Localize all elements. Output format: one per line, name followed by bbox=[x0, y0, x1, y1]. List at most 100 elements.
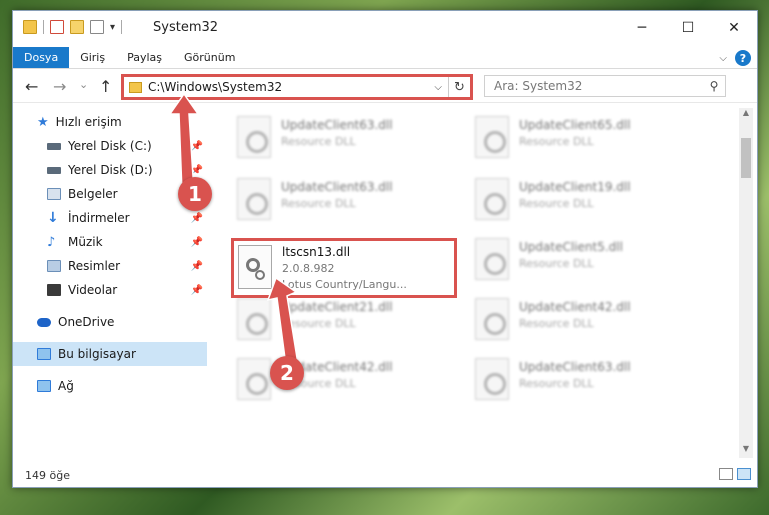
properties-icon[interactable] bbox=[50, 20, 64, 34]
file-name: ltscsn13.dll bbox=[282, 245, 351, 259]
pin-icon[interactable]: 📌 bbox=[191, 213, 203, 224]
forward-button[interactable]: → bbox=[53, 77, 66, 96]
file-type: Resource DLL bbox=[519, 317, 594, 330]
dll-file-icon bbox=[237, 178, 271, 220]
ribbon-tabs: Dosya Giriş Paylaş Görünüm ⌵ ? bbox=[13, 47, 757, 69]
quick-access-toolbar: ▾ bbox=[23, 20, 123, 34]
star-icon: ★ bbox=[37, 114, 49, 130]
up-button[interactable]: ↑ bbox=[99, 77, 112, 96]
tiles-view-icon[interactable] bbox=[737, 468, 751, 480]
sidebar-item-label: Videolar bbox=[68, 283, 118, 297]
sidebar-item-label: Resimler bbox=[68, 259, 121, 273]
sidebar-item-label: Belgeler bbox=[68, 187, 118, 201]
sidebar-item-downloads[interactable]: ↓ İndirmeler 📌 bbox=[13, 206, 207, 230]
customize-icon[interactable] bbox=[90, 20, 104, 34]
tab-share[interactable]: Paylaş bbox=[116, 47, 173, 68]
search-box[interactable]: Ara: System32 ⚲ bbox=[484, 75, 726, 97]
file-name: UpdateClient63.dll bbox=[281, 118, 393, 132]
scroll-up-icon[interactable]: ▲ bbox=[739, 108, 753, 122]
sidebar-item-music[interactable]: ♪ Müzik 📌 bbox=[13, 230, 207, 254]
toolbar-dropdown-icon[interactable]: ▾ bbox=[110, 22, 115, 33]
title-bar: ▾ System32 ─ ☐ ✕ bbox=[13, 11, 757, 47]
view-switcher bbox=[719, 468, 751, 480]
toolbar-divider bbox=[121, 20, 123, 34]
file-type: Resource DLL bbox=[519, 257, 594, 270]
file-type: Resource DLL bbox=[281, 135, 356, 148]
folder-icon bbox=[129, 81, 142, 93]
sidebar-item-label: OneDrive bbox=[58, 315, 115, 329]
recent-locations-icon[interactable]: ⌄ bbox=[79, 78, 88, 91]
downloads-icon: ↓ bbox=[47, 210, 59, 226]
sidebar-item-label: Hızlı erişim bbox=[55, 115, 122, 129]
file-tile[interactable]: UpdateClient63.dll Resource DLL bbox=[469, 354, 699, 410]
sidebar-item-videos[interactable]: Videolar 📌 bbox=[13, 278, 207, 302]
file-version: 2.0.8.982 bbox=[282, 262, 335, 275]
file-tile[interactable]: UpdateClient5.dll Resource DLL bbox=[469, 234, 699, 290]
sidebar-item-label: Ağ bbox=[58, 379, 74, 393]
dll-file-icon bbox=[475, 178, 509, 220]
search-icon[interactable]: ⚲ bbox=[703, 79, 725, 93]
sidebar-item-onedrive[interactable]: OneDrive bbox=[13, 310, 207, 334]
dll-file-icon bbox=[475, 116, 509, 158]
documents-icon bbox=[47, 188, 61, 200]
file-tile[interactable]: UpdateClient42.dll Resource DLL bbox=[469, 294, 699, 350]
file-name: UpdateClient19.dll bbox=[519, 180, 631, 194]
pin-icon[interactable]: 📌 bbox=[191, 261, 203, 272]
cloud-icon bbox=[37, 317, 51, 327]
new-folder-icon[interactable] bbox=[70, 20, 84, 34]
pin-icon[interactable]: 📌 bbox=[191, 285, 203, 296]
sidebar-item-label: Bu bilgisayar bbox=[58, 347, 136, 361]
step-badge-2: 2 bbox=[270, 356, 304, 390]
file-tile[interactable]: UpdateClient63.dll Resource DLL bbox=[231, 112, 461, 168]
file-tile[interactable]: UpdateClient19.dll Resource DLL bbox=[469, 174, 699, 230]
file-type: Resource DLL bbox=[519, 377, 594, 390]
refresh-button[interactable]: ↻ bbox=[448, 77, 470, 97]
file-tile[interactable]: UpdateClient63.dll Resource DLL bbox=[231, 174, 461, 230]
sidebar-item-network[interactable]: Ağ bbox=[13, 374, 207, 398]
explorer-window: ▾ System32 ─ ☐ ✕ Dosya Giriş Paylaş Görü… bbox=[12, 10, 758, 488]
music-icon: ♪ bbox=[47, 234, 56, 250]
sidebar-item-label: Müzik bbox=[68, 235, 103, 249]
sidebar-item-label: Yerel Disk (C:) bbox=[68, 139, 152, 153]
vertical-scrollbar[interactable]: ▲ ▼ bbox=[739, 108, 753, 458]
file-name: UpdateClient63.dll bbox=[281, 180, 393, 194]
folder-icon[interactable] bbox=[23, 20, 37, 34]
maximize-button[interactable]: ☐ bbox=[665, 11, 711, 45]
dll-file-icon bbox=[237, 116, 271, 158]
file-name: UpdateClient5.dll bbox=[519, 240, 623, 254]
file-name: UpdateClient63.dll bbox=[519, 360, 631, 374]
back-button[interactable]: ← bbox=[25, 77, 38, 96]
dll-file-icon bbox=[475, 298, 509, 340]
file-name: UpdateClient65.dll bbox=[519, 118, 631, 132]
sidebar-item-this-pc[interactable]: Bu bilgisayar bbox=[13, 342, 207, 366]
videos-icon bbox=[47, 284, 61, 296]
tab-view[interactable]: Görünüm bbox=[173, 47, 246, 68]
sidebar-item-label: İndirmeler bbox=[68, 211, 130, 225]
pin-icon[interactable]: 📌 bbox=[191, 237, 203, 248]
address-dropdown-icon[interactable]: ⌵ bbox=[434, 82, 442, 93]
drive-icon bbox=[47, 166, 61, 174]
toolbar-divider bbox=[43, 20, 44, 34]
file-type: Resource DLL bbox=[519, 135, 594, 148]
file-type: Resource DLL bbox=[281, 197, 356, 210]
scroll-thumb[interactable] bbox=[741, 138, 751, 178]
sidebar-item-pictures[interactable]: Resimler 📌 bbox=[13, 254, 207, 278]
file-tile[interactable]: UpdateClient65.dll Resource DLL bbox=[469, 112, 699, 168]
details-view-icon[interactable] bbox=[719, 468, 733, 480]
search-input[interactable]: Ara: System32 bbox=[494, 79, 703, 93]
file-name: UpdateClient42.dll bbox=[519, 300, 631, 314]
close-button[interactable]: ✕ bbox=[711, 11, 757, 45]
status-bar: 149 öğe bbox=[13, 463, 757, 487]
tab-home[interactable]: Giriş bbox=[69, 47, 116, 68]
tab-file[interactable]: Dosya bbox=[13, 47, 70, 68]
minimize-button[interactable]: ─ bbox=[619, 11, 665, 45]
item-count: 149 öğe bbox=[25, 468, 70, 482]
help-icon[interactable]: ? bbox=[735, 50, 751, 66]
pictures-icon bbox=[47, 260, 61, 272]
computer-icon bbox=[37, 348, 51, 360]
dll-file-icon bbox=[475, 358, 509, 400]
scroll-down-icon[interactable]: ▼ bbox=[739, 444, 753, 458]
navigation-bar: ← → ⌄ ↑ C:\Windows\System32 ⌵ ↻ Ara: Sys… bbox=[13, 69, 757, 103]
sidebar-item-label: Yerel Disk (D:) bbox=[68, 163, 153, 177]
expand-ribbon-icon[interactable]: ⌵ bbox=[719, 53, 727, 64]
